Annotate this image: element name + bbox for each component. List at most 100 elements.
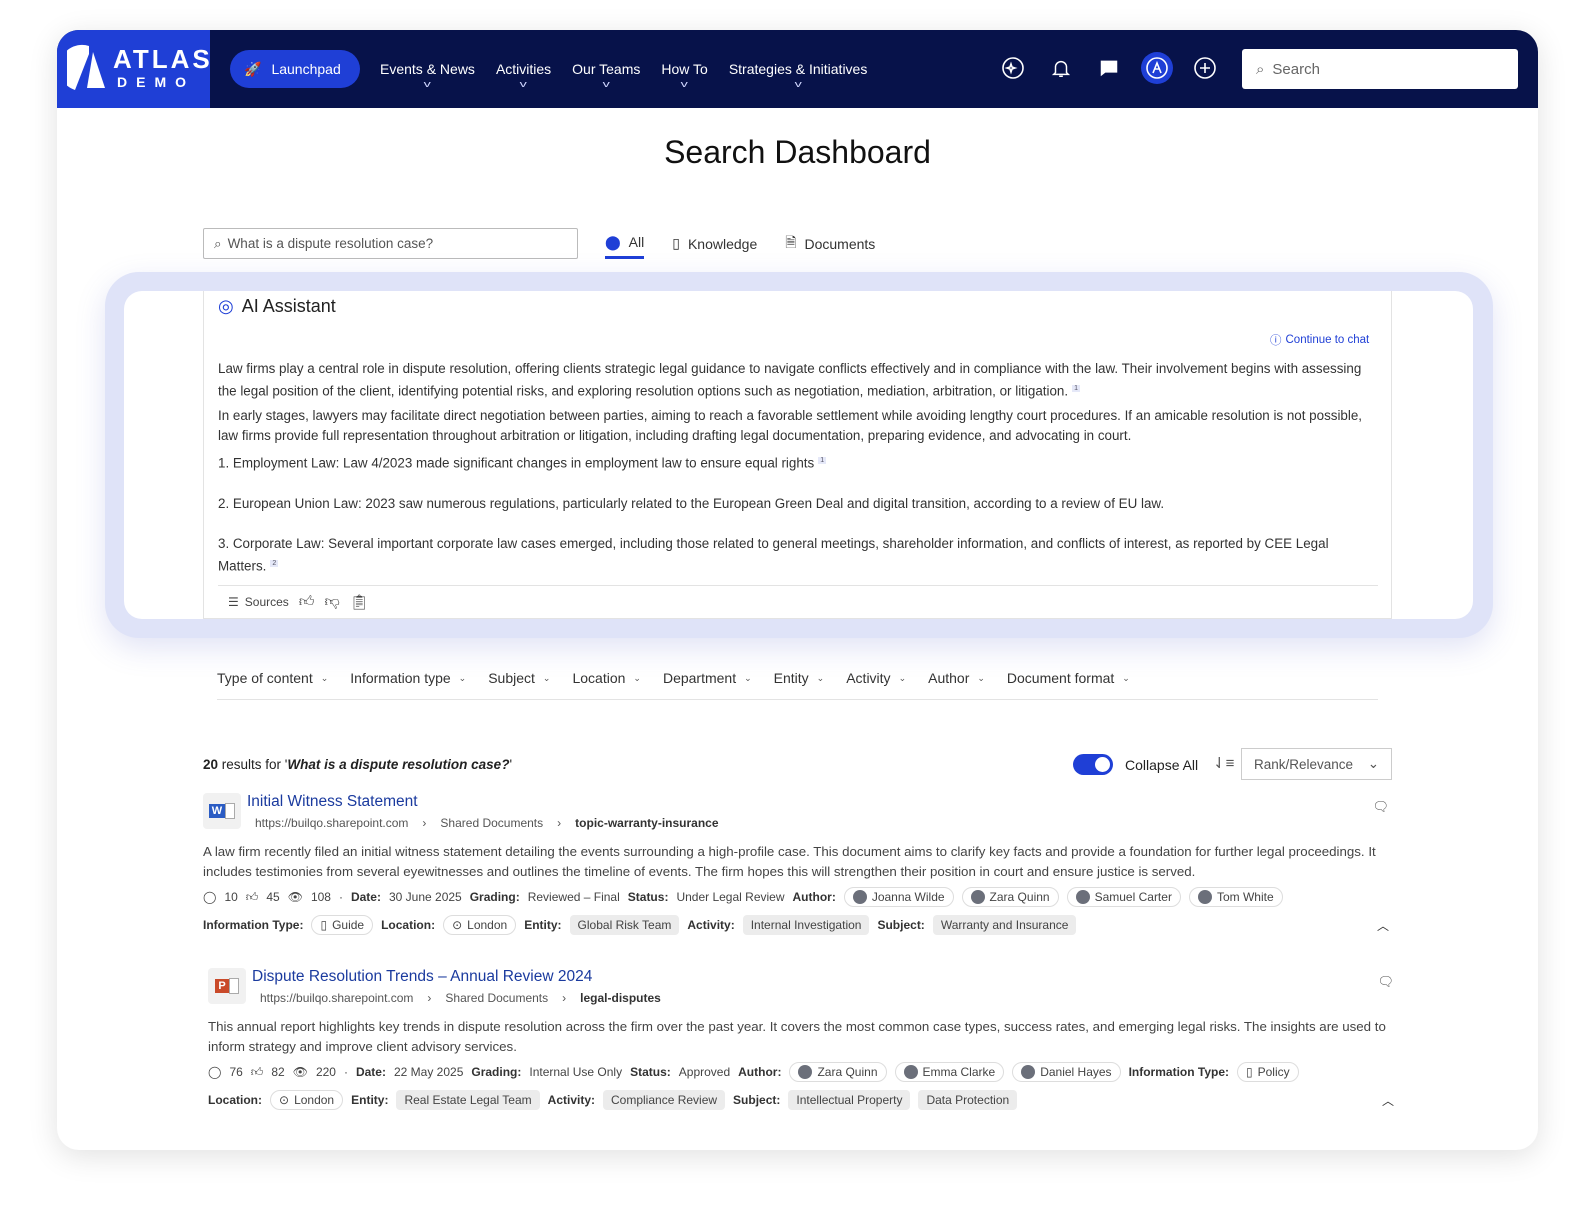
collapse-all-toggle[interactable]	[1073, 754, 1113, 775]
filter-author[interactable]: Author ⌄	[928, 670, 985, 699]
query-search-input[interactable]: ⌕ What is a dispute resolution case?	[203, 228, 578, 259]
filter-type-of-content[interactable]: Type of content ⌄	[217, 670, 328, 699]
global-search-input[interactable]: ⌕ Search	[1242, 49, 1518, 89]
breadcrumb-site[interactable]: https://builqo.sharepoint.com	[260, 991, 413, 1005]
filter-department[interactable]: Department ⌄	[663, 670, 752, 699]
result-title-link[interactable]: Initial Witness Statement	[247, 793, 418, 811]
filter-subject[interactable]: Subject ⌄	[488, 670, 550, 699]
tab-knowledge[interactable]: ▯ Knowledge	[672, 228, 757, 259]
location-chip[interactable]: ⊙ London	[270, 1090, 344, 1110]
count-end: '	[509, 757, 513, 772]
citation-ref[interactable]: 1	[1072, 385, 1080, 392]
menu-label: Events & News	[380, 61, 475, 77]
ai-footer: ☰ Sources 👍︎ 👎︎ 📋︎	[218, 585, 1378, 611]
breadcrumb-folder[interactable]: legal-disputes	[580, 991, 661, 1005]
breadcrumb-library[interactable]: Shared Documents	[445, 991, 548, 1005]
tab-documents[interactable]: 🗎 Documents	[785, 228, 875, 259]
menu-events-news[interactable]: Events & News v	[380, 61, 475, 89]
citation-ref[interactable]: 2	[270, 559, 279, 567]
breadcrumb-site[interactable]: https://builqo.sharepoint.com	[255, 816, 408, 830]
sort-order-icon[interactable]: ⇃≡	[1213, 754, 1234, 772]
filter-document-format[interactable]: Document format ⌄	[1007, 670, 1130, 699]
location-value: London	[467, 918, 508, 932]
breadcrumb-library[interactable]: Shared Documents	[440, 816, 543, 830]
chat-icon[interactable]	[1093, 52, 1125, 84]
filter-label: Department	[662, 670, 737, 686]
chevron-right-icon: ›	[422, 816, 427, 830]
activity-tag[interactable]: Internal Investigation	[742, 915, 870, 935]
info-type-chip[interactable]: ▯ Guide	[311, 915, 374, 935]
menu-our-teams[interactable]: Our Teams v	[572, 61, 640, 89]
breadcrumb-folder[interactable]: topic-warranty-insurance	[575, 816, 718, 830]
launchpad-label: Launchpad	[271, 61, 341, 77]
user-avatar-icon[interactable]	[1141, 52, 1173, 84]
main-menu: Events & News v Activities v Our Teams v Ho…	[380, 61, 867, 89]
powerpoint-file-icon: P	[208, 968, 246, 1004]
app-window: ATLAS DEMO 🚀 Launchpad Events & News v Act…	[57, 30, 1538, 1150]
sort-select[interactable]: Rank/Relevance ⌄	[1241, 748, 1392, 780]
chevron-down-icon: v	[681, 79, 689, 89]
filter-activity[interactable]: Activity ⌄	[846, 670, 906, 699]
tab-all[interactable]: ⬤ All	[605, 228, 645, 259]
date-label: Date:	[355, 1065, 386, 1079]
author-label: Author:	[738, 1065, 782, 1079]
date-value: 22 May 2025	[393, 1065, 464, 1079]
answer-paragraph: In early stages, lawyers may facilitate …	[218, 408, 1363, 444]
location-chip[interactable]: ⊙ London	[443, 915, 517, 935]
filter-information-type[interactable]: Information type ⌄	[350, 670, 466, 699]
grading-value: Internal Use Only	[529, 1065, 623, 1079]
continue-to-chat-link[interactable]: ⓘ Continue to chat	[1270, 332, 1369, 348]
logo[interactable]: ATLAS DEMO	[57, 30, 210, 108]
author-name: Zara Quinn	[989, 890, 1050, 904]
result-title-link[interactable]: Dispute Resolution Trends – Annual Revie…	[252, 968, 592, 986]
word-file-icon: W	[203, 793, 241, 829]
result-meta: ◯ 76 👍︎ 82 👁︎ 220 · Date: 22 May 2025 Grading…	[208, 1062, 1299, 1082]
atlas-logo-icon	[67, 44, 105, 90]
ai-sparkle-icon[interactable]	[997, 52, 1029, 84]
comment-bubble-icon[interactable]: 🗨︎	[1372, 799, 1389, 815]
subject-tag[interactable]: Warranty and Insurance	[932, 915, 1077, 935]
author-chip[interactable]: Zara Quinn	[961, 887, 1059, 907]
copy-icon[interactable]: 📋︎	[350, 593, 369, 611]
add-icon[interactable]	[1189, 52, 1221, 84]
author-chip[interactable]: Daniel Hayes	[1012, 1062, 1121, 1082]
subject-tag[interactable]: Data Protection	[918, 1090, 1018, 1110]
activity-tag[interactable]: Compliance Review	[603, 1090, 726, 1110]
chevron-down-icon: ⌄	[1367, 756, 1379, 771]
views-icon: 👁︎	[292, 1065, 308, 1079]
comment-bubble-icon[interactable]: 🗨︎	[1377, 974, 1394, 990]
logo-subtext: DEMO	[117, 74, 195, 90]
entity-tag[interactable]: Real Estate Legal Team	[396, 1090, 540, 1110]
author-chip[interactable]: Samuel Carter	[1066, 887, 1181, 907]
location-label: Location:	[208, 1093, 262, 1107]
list-icon: ☰	[228, 595, 239, 609]
menu-strategies[interactable]: Strategies & Initiatives v	[729, 61, 868, 89]
author-chip[interactable]: Zara Quinn	[789, 1062, 887, 1082]
author-chip[interactable]: Joanna Wilde	[843, 887, 954, 907]
thumbs-up-icon[interactable]: 👍︎	[299, 593, 315, 611]
chevron-up-icon[interactable]: ︿	[1382, 1092, 1394, 1109]
chevron-down-icon: v	[602, 79, 610, 89]
entity-tag[interactable]: Global Risk Team	[569, 915, 680, 935]
sources-label: Sources	[244, 595, 289, 609]
search-result: W Initial Witness Statement https://buil…	[203, 793, 1393, 943]
author-name: Zara Quinn	[817, 1065, 878, 1079]
comment-count: 10	[224, 890, 238, 904]
info-type-chip[interactable]: ▯ Policy	[1237, 1062, 1299, 1082]
author-chip[interactable]: Tom White	[1188, 887, 1283, 907]
share-nodes-icon: ⬤	[605, 233, 621, 250]
chevron-up-icon[interactable]: ︿	[1377, 917, 1389, 934]
filter-entity[interactable]: Entity ⌄	[774, 670, 825, 699]
bell-icon[interactable]	[1045, 52, 1077, 84]
author-chip[interactable]: Emma Clarke	[894, 1062, 1005, 1082]
result-tags: Information Type: ▯ Guide Location: ⊙ London E…	[203, 915, 1077, 935]
sources-button[interactable]: ☰ Sources	[228, 595, 289, 609]
subject-tag[interactable]: Intellectual Property	[788, 1090, 911, 1110]
tab-label: Knowledge	[687, 235, 758, 252]
menu-activities[interactable]: Activities v	[496, 61, 551, 89]
filter-location[interactable]: Location ⌄	[572, 670, 640, 699]
launchpad-button[interactable]: 🚀 Launchpad	[230, 50, 360, 88]
menu-how-to[interactable]: How To v	[661, 61, 707, 89]
thumbs-down-icon[interactable]: 👎︎	[324, 593, 339, 611]
citation-ref[interactable]: 1	[818, 457, 827, 465]
